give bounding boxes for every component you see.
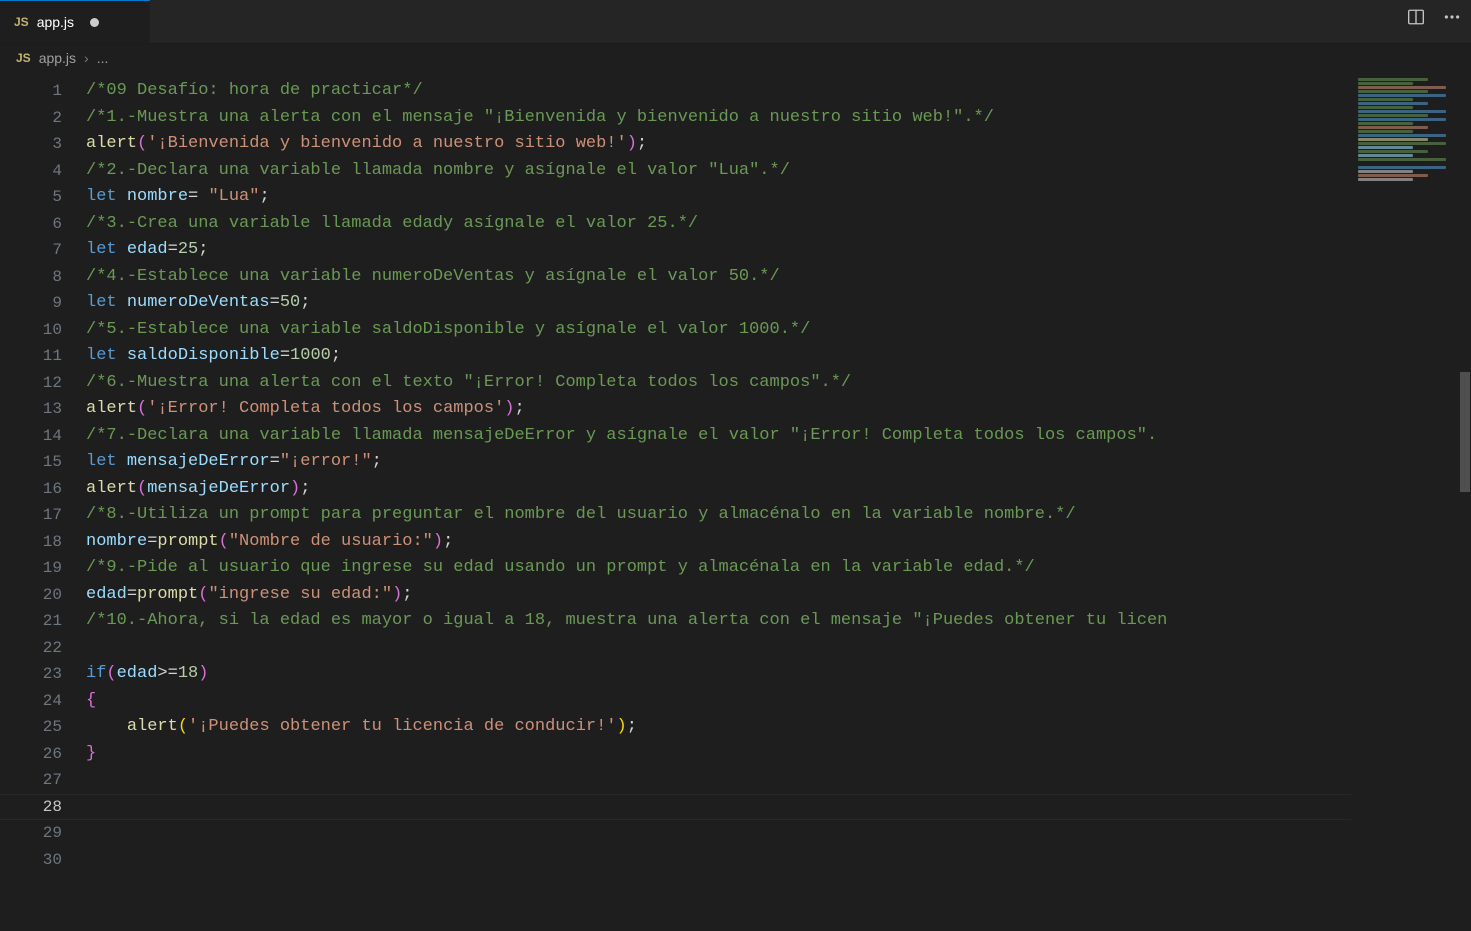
line-number: 8	[0, 264, 86, 291]
code-line[interactable]	[86, 794, 1167, 821]
breadcrumb[interactable]: JS app.js › ...	[0, 44, 1471, 72]
line-number: 13	[0, 396, 86, 423]
line-number: 7	[0, 237, 86, 264]
code-line[interactable]: /*8.-Utiliza un prompt para preguntar el…	[86, 502, 1167, 529]
line-number-gutter: 1234567891011121314151617181920212223242…	[0, 72, 86, 931]
line-number: 14	[0, 423, 86, 450]
code-line[interactable]: edad=prompt("ingrese su edad:");	[86, 582, 1167, 609]
line-number: 24	[0, 688, 86, 715]
line-number: 21	[0, 608, 86, 635]
minimap-content	[1352, 72, 1471, 188]
line-number: 1	[0, 78, 86, 105]
line-number: 15	[0, 449, 86, 476]
line-number: 16	[0, 476, 86, 503]
code-line[interactable]: /*6.-Muestra una alerta con el texto "¡E…	[86, 370, 1167, 397]
code-line[interactable]	[86, 635, 1167, 662]
line-number: 3	[0, 131, 86, 158]
line-number: 20	[0, 582, 86, 609]
line-number: 12	[0, 370, 86, 397]
code-line[interactable]: alert(mensajeDeError);	[86, 476, 1167, 503]
line-number: 28	[0, 794, 86, 821]
code-line[interactable]: /*7.-Declara una variable llamada mensaj…	[86, 423, 1167, 450]
dirty-indicator-icon	[90, 18, 99, 27]
breadcrumb-tail: ...	[97, 50, 109, 66]
code-line[interactable]: /*10.-Ahora, si la edad es mayor o igual…	[86, 608, 1167, 635]
line-number: 10	[0, 317, 86, 344]
code-line[interactable]: /*9.-Pide al usuario que ingrese su edad…	[86, 555, 1167, 582]
line-number: 30	[0, 847, 86, 874]
code-line[interactable]: if(edad>=18)	[86, 661, 1167, 688]
line-number: 18	[0, 529, 86, 556]
code-line[interactable]	[86, 847, 1167, 874]
code-line[interactable]: let numeroDeVentas=50;	[86, 290, 1167, 317]
code-line[interactable]: let saldoDisponible=1000;	[86, 343, 1167, 370]
tab-bar: JS app.js	[0, 0, 1471, 44]
code-line[interactable]: {	[86, 688, 1167, 715]
line-number: 11	[0, 343, 86, 370]
breadcrumb-file: app.js	[39, 50, 76, 66]
line-number: 25	[0, 714, 86, 741]
code-content[interactable]: /*09 Desafío: hora de practicar*//*1.-Mu…	[86, 72, 1167, 931]
code-line[interactable]: alert('¡Puedes obtener tu licencia de co…	[86, 714, 1167, 741]
tab-app-js[interactable]: JS app.js	[0, 0, 150, 43]
minimap[interactable]	[1351, 72, 1471, 931]
line-number: 29	[0, 820, 86, 847]
chevron-right-icon: ›	[84, 50, 89, 66]
code-line[interactable]: /*5.-Establece una variable saldoDisponi…	[86, 317, 1167, 344]
code-line[interactable]	[86, 767, 1167, 794]
code-line[interactable]: /*3.-Crea una variable llamada edady así…	[86, 211, 1167, 238]
line-number: 2	[0, 105, 86, 132]
code-line[interactable]: /*09 Desafío: hora de practicar*/	[86, 78, 1167, 105]
split-editor-icon[interactable]	[1407, 8, 1425, 26]
scrollbar-thumb[interactable]	[1460, 372, 1470, 492]
line-number: 9	[0, 290, 86, 317]
code-line[interactable]: alert('¡Error! Completa todos los campos…	[86, 396, 1167, 423]
code-line[interactable]: /*2.-Declara una variable llamada nombre…	[86, 158, 1167, 185]
line-number: 26	[0, 741, 86, 768]
js-file-icon: JS	[16, 51, 31, 65]
code-line[interactable]: nombre=prompt("Nombre de usuario:");	[86, 529, 1167, 556]
code-line[interactable]	[86, 820, 1167, 847]
editor-title-actions	[1407, 8, 1461, 26]
line-number: 27	[0, 767, 86, 794]
code-line[interactable]: alert('¡Bienvenida y bienvenido a nuestr…	[86, 131, 1167, 158]
more-icon[interactable]	[1443, 8, 1461, 26]
tab-label: app.js	[37, 14, 74, 30]
js-file-icon: JS	[14, 15, 29, 29]
line-number: 19	[0, 555, 86, 582]
line-number: 6	[0, 211, 86, 238]
line-number: 17	[0, 502, 86, 529]
line-number: 5	[0, 184, 86, 211]
code-line[interactable]: /*1.-Muestra una alerta con el mensaje "…	[86, 105, 1167, 132]
vertical-scrollbar[interactable]	[1459, 72, 1471, 931]
code-line[interactable]: }	[86, 741, 1167, 768]
code-line[interactable]: let mensajeDeError="¡error!";	[86, 449, 1167, 476]
line-number: 4	[0, 158, 86, 185]
line-number: 22	[0, 635, 86, 662]
editor-area[interactable]: 1234567891011121314151617181920212223242…	[0, 72, 1471, 931]
code-line[interactable]: let edad=25;	[86, 237, 1167, 264]
line-number: 23	[0, 661, 86, 688]
code-line[interactable]: /*4.-Establece una variable numeroDeVent…	[86, 264, 1167, 291]
code-line[interactable]: let nombre= "Lua";	[86, 184, 1167, 211]
